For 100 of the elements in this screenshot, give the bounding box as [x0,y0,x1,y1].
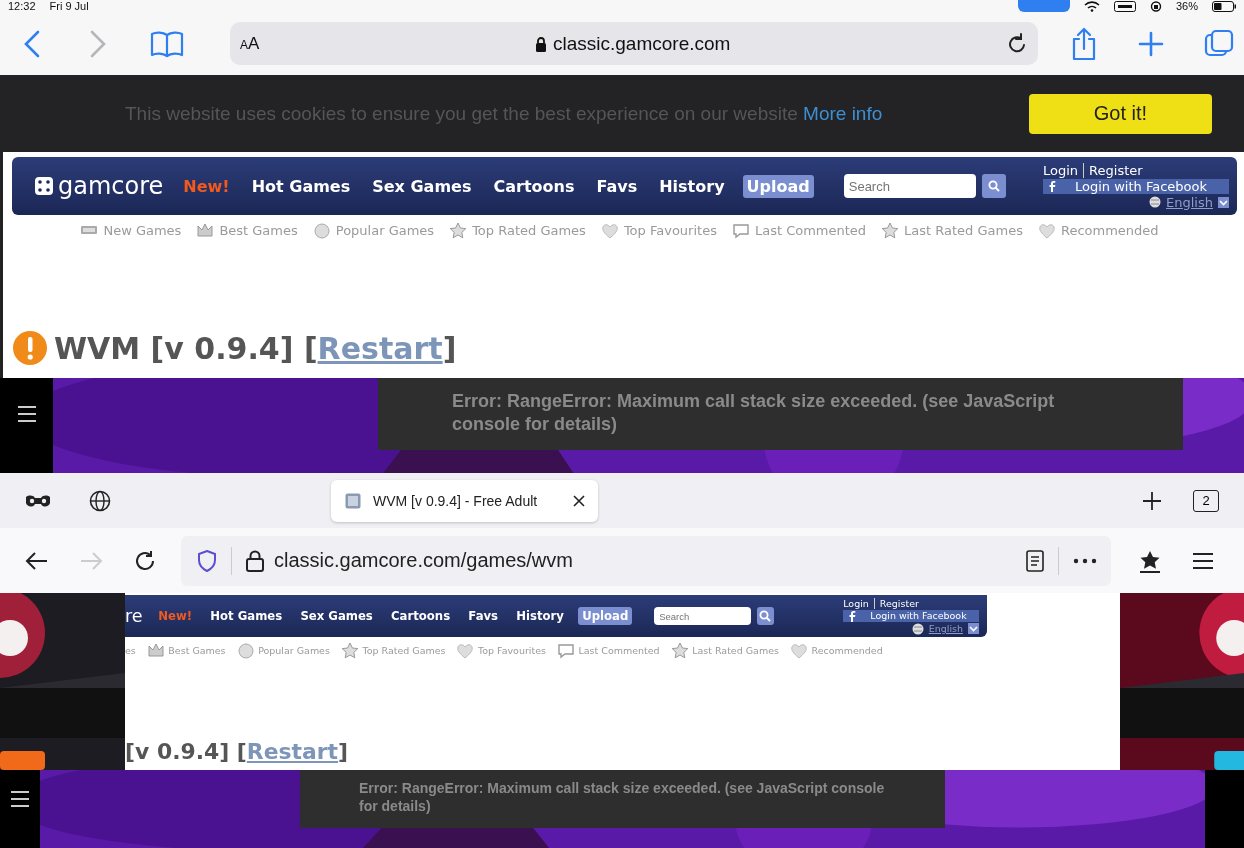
crown-icon [196,222,215,239]
search-field[interactable]: Search [843,174,976,198]
subnav-link[interactable]: Last Rated Games [692,645,779,657]
subnav-link[interactable]: Last Commented [578,645,660,657]
vpn-icon [1113,0,1136,12]
star-icon [670,642,689,660]
nav-link[interactable]: New! [154,607,197,626]
nav-link[interactable]: History [512,607,568,626]
menu-icon[interactable] [1192,551,1214,570]
game-title: WVM [v 0.9.4] [Restart] [54,330,457,366]
back-icon[interactable] [25,550,49,571]
restart-link[interactable]: Restart [246,739,339,764]
nav-link[interactable]: New! [179,174,234,198]
heart-icon [600,222,619,239]
globe-icon[interactable] [89,489,111,512]
lock-icon [246,549,264,572]
language-link[interactable]: English [928,623,963,635]
facebook-login-button[interactable]: Login with Facebook [843,609,979,622]
site-logo[interactable]: re [125,606,143,627]
error-message: Error: RangeError: Maximum call stack size exceeded. (see JavaScript console for details) [378,378,1183,450]
nav-link[interactable]: Hot Games [206,607,287,626]
status-time: 12:32 [8,0,36,12]
close-icon[interactable] [572,493,586,508]
facebook-icon [847,609,858,622]
reload-icon[interactable] [133,548,157,573]
star-icon [340,642,359,660]
more-info-link[interactable]: More info [803,102,883,124]
got-it-button[interactable]: Got it! [1029,93,1212,134]
search-field[interactable]: Search [654,607,751,625]
battery-icon [1212,0,1236,12]
nav-link[interactable]: Sex Games [368,174,476,198]
nav-link[interactable]: Favs [464,607,503,626]
subnav-link[interactable]: Last Rated Games [904,223,1023,238]
login-link[interactable]: Login [843,597,869,609]
nav-link[interactable]: Cartoons [387,607,455,626]
subnav-link[interactable]: Popular Games [335,223,435,238]
search-icon [987,180,1000,192]
subnav-link[interactable]: Best Games [168,645,226,657]
address-bar[interactable]: AA classic.gamcore.com [230,22,1038,65]
nav-link[interactable]: Cartoons [489,174,579,198]
subnav-link[interactable]: Popular Games [258,645,330,657]
search-button[interactable] [756,607,775,625]
globe-icon [1149,196,1162,208]
speech-bubble-icon [731,222,750,239]
register-link[interactable]: Register [873,597,919,609]
dice-icon [34,176,54,196]
wifi-icon [1083,0,1100,12]
facebook-icon [1047,180,1057,192]
game-title: [v 0.9.4] [Restart] [125,739,349,764]
text-size-button[interactable]: AA [240,33,260,54]
subnav-link[interactable]: Recommended [811,645,883,657]
facebook-login-button[interactable]: Login with Facebook [1043,178,1229,194]
nav-link[interactable]: Upload [742,174,814,198]
address-bar[interactable]: classic.gamcore.com/games/wvm [181,535,1111,586]
speech-bubble-icon [556,642,575,660]
nav-link[interactable]: Hot Games [247,174,355,198]
dropdown-icon [968,623,979,635]
book-icon[interactable] [150,29,184,58]
star-icon [449,222,468,239]
subnav-link[interactable]: Top Favourites [623,223,717,238]
search-button[interactable] [981,174,1006,198]
subnav-link[interactable]: Recommended [1060,223,1159,238]
url-text: classic.gamcore.com/games/wvm [274,549,574,572]
nav-link[interactable]: Upload [578,607,633,626]
plus-icon[interactable] [1141,489,1163,512]
subnav-link[interactable]: Best Games [219,223,298,238]
nav-link[interactable]: History [655,174,729,198]
ball-icon [236,642,255,660]
url-text: classic.gamcore.com [553,32,731,55]
subnav-link[interactable]: Top Rated Games [472,223,586,238]
tabs-icon[interactable] [1204,28,1234,59]
warning-icon [12,330,48,366]
subnav-link[interactable]: es [125,645,136,657]
globe-icon [911,622,924,635]
search-icon [759,610,772,623]
login-link[interactable]: Login [1043,162,1079,178]
subnav-link[interactable]: Top Rated Games [362,645,446,657]
mask-icon[interactable] [25,493,51,508]
tab-count-button[interactable]: 2 [1193,489,1219,512]
language-link[interactable]: English [1166,194,1213,210]
reader-view-icon[interactable] [1026,549,1044,572]
heart-icon [1037,222,1056,239]
subnav-link[interactable]: Last Commented [754,223,867,238]
browser-tab[interactable]: WVM [v 0.9.4] - Free Adult [331,479,598,522]
register-link[interactable]: Register [1083,162,1143,178]
battery-percentage: 36% [1175,0,1198,12]
more-icon[interactable] [1073,557,1097,564]
ball-icon [312,222,331,239]
star-icon [881,222,900,239]
subnav-link[interactable]: Top Favourites [478,645,546,657]
heart-icon [456,642,475,660]
lock-icon [535,35,547,52]
subnav-link[interactable]: New Games [103,223,182,238]
favicon-icon [345,492,361,509]
site-logo[interactable]: gamcore [58,172,164,200]
restart-link[interactable]: Restart [317,330,443,366]
nav-link[interactable]: Sex Games [296,607,377,626]
share-icon[interactable] [1070,26,1098,61]
dropdown-icon [1218,196,1229,208]
nav-link[interactable]: Favs [592,174,642,198]
